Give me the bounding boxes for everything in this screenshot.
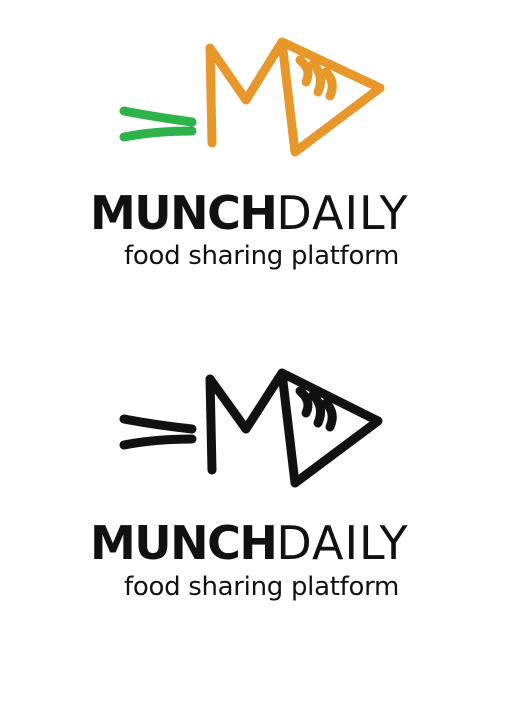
brand-name-light: DAILY: [276, 516, 409, 570]
wordmark: MUNCHDAILY: [90, 520, 409, 576]
carrot-leaf-top: [119, 106, 197, 127]
carrot-leaf-bottom: [119, 434, 197, 450]
wordmark: MUNCHDAILY: [90, 190, 409, 246]
carrot-leaf-bottom: [119, 126, 197, 142]
carrot-line-2: [308, 390, 326, 428]
brand-name-light: DAILY: [276, 186, 409, 240]
carrot-line-1: [295, 386, 313, 418]
brand-name-bold: MUNCH: [90, 186, 278, 240]
brand-name-bold: MUNCH: [90, 516, 278, 570]
munch-carrot-mark-black-icon: [119, 368, 383, 488]
carrot-leaf-top: [119, 414, 197, 434]
tagline: food sharing platform: [124, 241, 400, 271]
carrot-m-body: [205, 368, 383, 488]
carrot-m-body: [205, 37, 385, 157]
munch-carrot-mark-icon: [119, 37, 385, 157]
carrot-line-3: [321, 67, 337, 101]
carrot-line-2: [308, 59, 326, 97]
tagline: food sharing platform: [124, 572, 400, 602]
carrot-line-3: [321, 398, 337, 432]
carrot-line-1: [295, 55, 313, 87]
